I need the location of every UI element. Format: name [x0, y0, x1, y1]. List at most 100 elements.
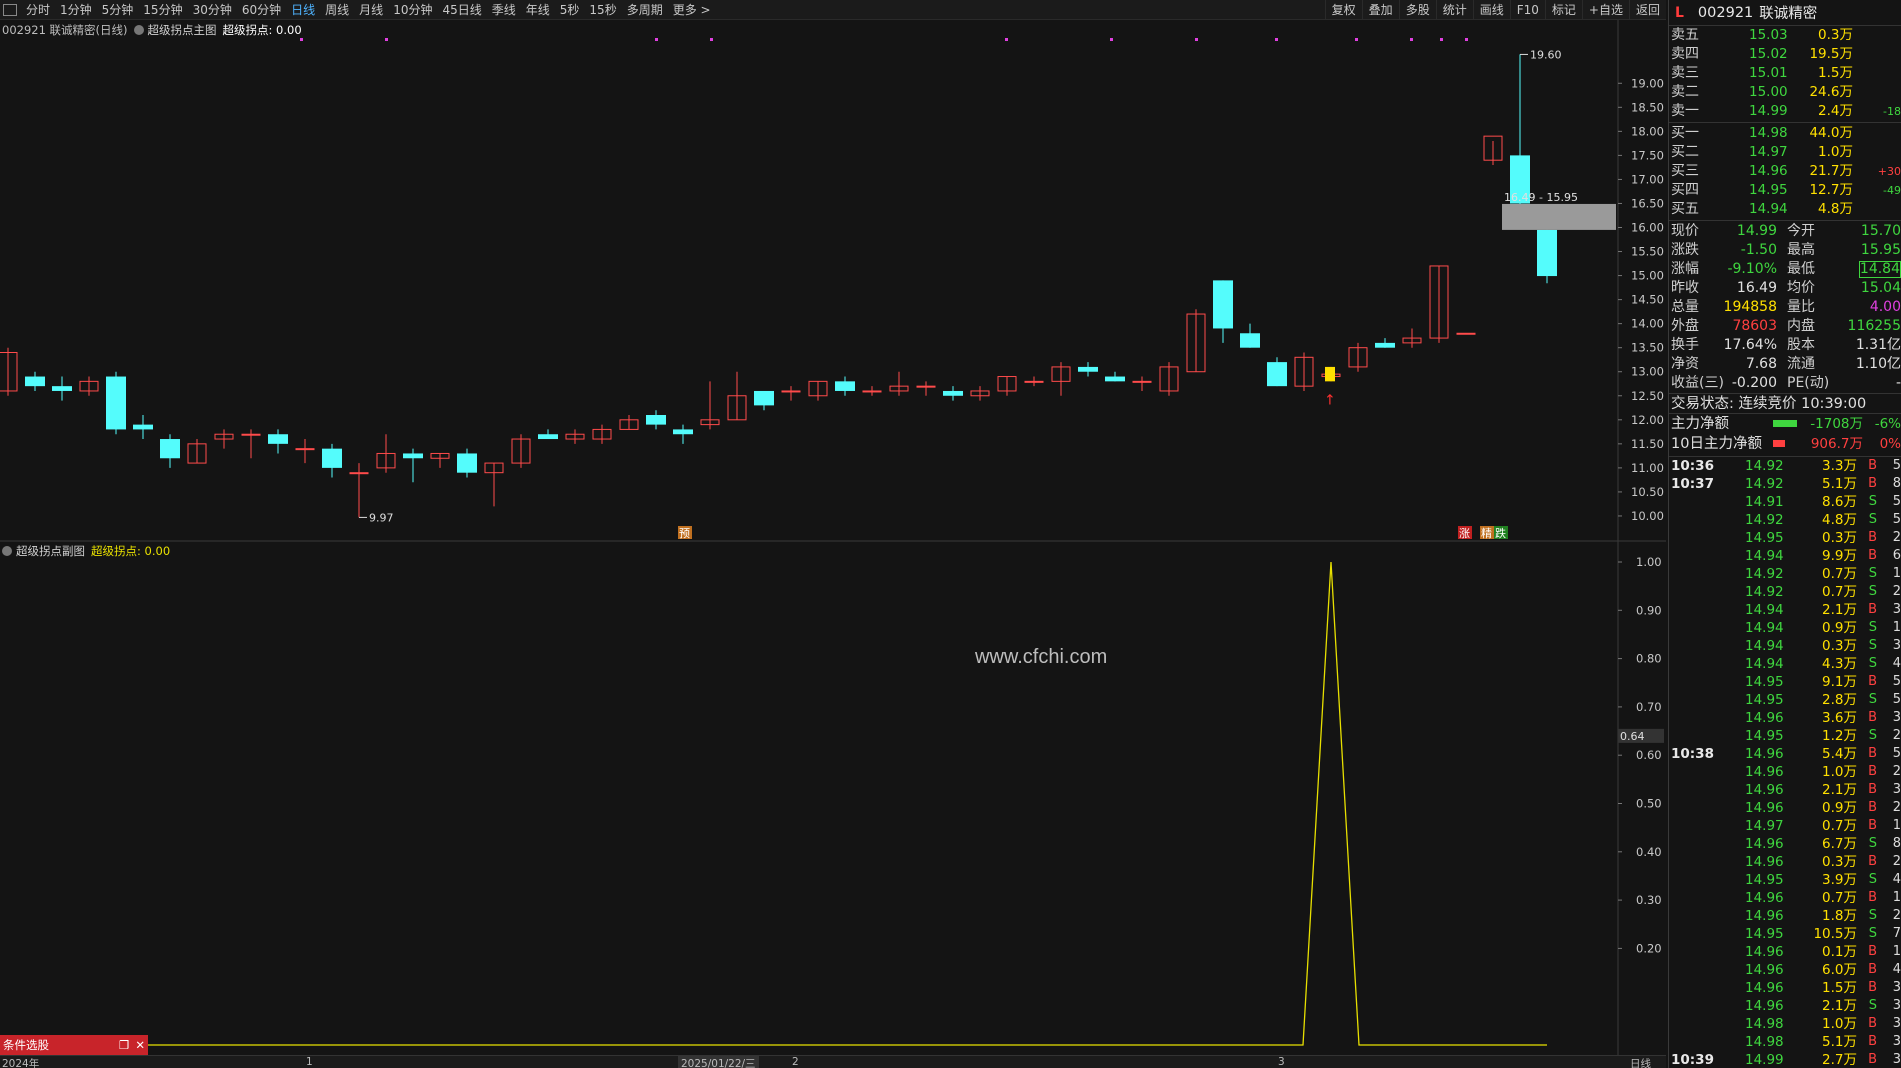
bid-row[interactable]: 买二 14.97 1.0万 [1669, 143, 1901, 162]
bid-row[interactable]: 买五 14.94 4.8万 [1669, 200, 1901, 219]
tick-price: 14.94 [1745, 620, 1784, 636]
restore-icon[interactable]: ❐ [119, 1038, 129, 1052]
tick-price: 14.98 [1745, 1034, 1784, 1050]
quote-value: 116255 [1847, 318, 1901, 334]
tick-row: 14.95 2.8万 S 5 [1669, 691, 1901, 709]
tick-price: 14.91 [1745, 494, 1784, 510]
tick-volume: 1.0万 [1822, 1016, 1857, 1032]
tick-price: 14.95 [1745, 530, 1784, 546]
indicator-line [148, 561, 1547, 1046]
candle [970, 386, 990, 401]
indicator-toggle-icon[interactable] [133, 25, 144, 35]
price-tick-label: 14.00 [1631, 317, 1664, 331]
candle-body [673, 429, 693, 435]
candle [295, 439, 315, 464]
bid-row[interactable]: 买一 14.98 44.0万 [1669, 124, 1901, 143]
candle-body [1375, 342, 1395, 348]
tick-count: 8 [1892, 476, 1901, 491]
signal-marker-text: 涨 [1459, 527, 1470, 540]
quote-panel: L 002921 联诚精密 卖五 15.03 0.3万 卖四 15.02 19.5万 卖三 1… [1668, 0, 1901, 1068]
quote-value: -0.200 [1731, 375, 1777, 391]
candle [1348, 342, 1368, 372]
tick-row: 14.94 0.3万 S 3 [1669, 637, 1901, 655]
ten-day-net-flow-label: 10日主力净额 [1671, 436, 1762, 452]
ask-row[interactable]: 卖三 15.01 1.5万 [1669, 64, 1901, 83]
ask-row[interactable]: 卖二 15.00 24.6万 [1669, 83, 1901, 102]
tick-side: S [1868, 566, 1877, 581]
candle [1240, 323, 1260, 348]
tick-list[interactable]: 10:36 14.92 3.3万 B 5 10:37 14.92 5.1万 B 8 14.91 8.6… [1669, 456, 1901, 1068]
tick-count: 7 [1892, 926, 1901, 941]
kline-chart[interactable]: 19.00 18.50 18.00 17.50 17.00 16.50 16.00 15.50… [0, 0, 1666, 1055]
tick-row: 10:37 14.92 5.1万 B 8 [1669, 475, 1901, 493]
sub-tick-label: 0.50 [1636, 797, 1662, 811]
ask-label: 卖四 [1671, 46, 1699, 62]
ask-row[interactable]: 卖四 15.02 19.5万 [1669, 45, 1901, 64]
tick-volume: 0.7万 [1822, 890, 1857, 906]
quote-value: 78603 [1732, 318, 1777, 334]
condition-stock-tab[interactable]: 条件选股 ❐ ✕ [0, 1035, 148, 1055]
candle [376, 434, 396, 473]
tick-volume: 0.3万 [1822, 530, 1857, 546]
close-icon[interactable]: ✕ [135, 1038, 145, 1052]
candle [1429, 265, 1449, 343]
candle [646, 410, 666, 430]
tick-price: 14.96 [1745, 764, 1784, 780]
tick-volume: 2.1万 [1822, 782, 1857, 798]
main-net-flow-bar [1773, 420, 1797, 427]
candle [511, 434, 531, 468]
sub-indicator-name[interactable]: 超级拐点副图 [16, 543, 85, 559]
tick-row: 14.91 8.6万 S 5 [1669, 493, 1901, 511]
candle-body [862, 390, 882, 393]
date-axis: 2024年 1 2025/01/22/三 2 3 日线 [0, 1055, 1666, 1068]
main-indicator-name[interactable]: 超级拐点主图 [148, 22, 217, 38]
bid-row[interactable]: 买四 14.95 12.7万 -49 [1669, 181, 1901, 200]
sub-indicator-toggle-icon[interactable] [2, 546, 12, 556]
price-tick-label: 17.50 [1631, 148, 1664, 162]
quote-value: 17.64% [1723, 337, 1777, 353]
tick-count: 4 [1892, 962, 1901, 977]
ask-row[interactable]: 卖五 15.03 0.3万 [1669, 26, 1901, 45]
ask-row[interactable]: 卖一 14.99 2.4万 -18 [1669, 102, 1901, 121]
signal-marker-text: 跌 [1495, 526, 1506, 540]
tick-side: S [1868, 908, 1877, 923]
bid-volume: 44.0万 [1809, 125, 1853, 141]
bid-row[interactable]: 买三 14.96 21.7万 +30 [1669, 162, 1901, 181]
tick-count: 2 [1892, 800, 1901, 815]
quote-value: 15.70 [1860, 223, 1901, 239]
candle [1213, 280, 1233, 343]
tick-count: 3 [1892, 602, 1901, 617]
price-tick-label: 10.50 [1631, 485, 1664, 499]
tick-side: S [1868, 584, 1877, 599]
quote-value: -9.10% [1727, 261, 1777, 277]
candle [808, 380, 828, 401]
tick-row: 14.96 1.5万 B 3 [1669, 979, 1901, 997]
candle [1267, 357, 1287, 387]
quote-label: 现价 [1671, 223, 1699, 239]
watermark: www.cfchi.com [975, 646, 1108, 668]
tick-row: 14.97 0.7万 B 1 [1669, 817, 1901, 835]
tick-side: B [1868, 818, 1877, 833]
tick-volume: 4.8万 [1822, 512, 1857, 528]
sub-tick-label: 0.90 [1636, 603, 1662, 617]
tick-price: 14.95 [1745, 926, 1784, 942]
condition-stock-label: 条件选股 [3, 1038, 49, 1052]
tick-side: S [1868, 512, 1877, 527]
candle [322, 443, 342, 478]
signal-dot [710, 38, 713, 41]
tick-side: S [1868, 656, 1877, 671]
tick-price: 14.96 [1745, 980, 1784, 996]
candle [1051, 362, 1071, 396]
tick-side: B [1868, 530, 1877, 545]
axis-month-2: 2 [792, 1056, 799, 1068]
tick-row: 14.92 0.7万 S 1 [1669, 565, 1901, 583]
tick-volume: 0.7万 [1822, 566, 1857, 582]
tick-price: 14.96 [1745, 836, 1784, 852]
tick-volume: 2.1万 [1822, 998, 1857, 1014]
candle [943, 386, 963, 401]
tick-volume: 6.7万 [1822, 836, 1857, 852]
signal-dot [385, 38, 388, 41]
stock-name: 联诚精密 [1759, 6, 1818, 22]
tick-count: 2 [1892, 764, 1901, 779]
tick-volume: 1.2万 [1822, 728, 1857, 744]
